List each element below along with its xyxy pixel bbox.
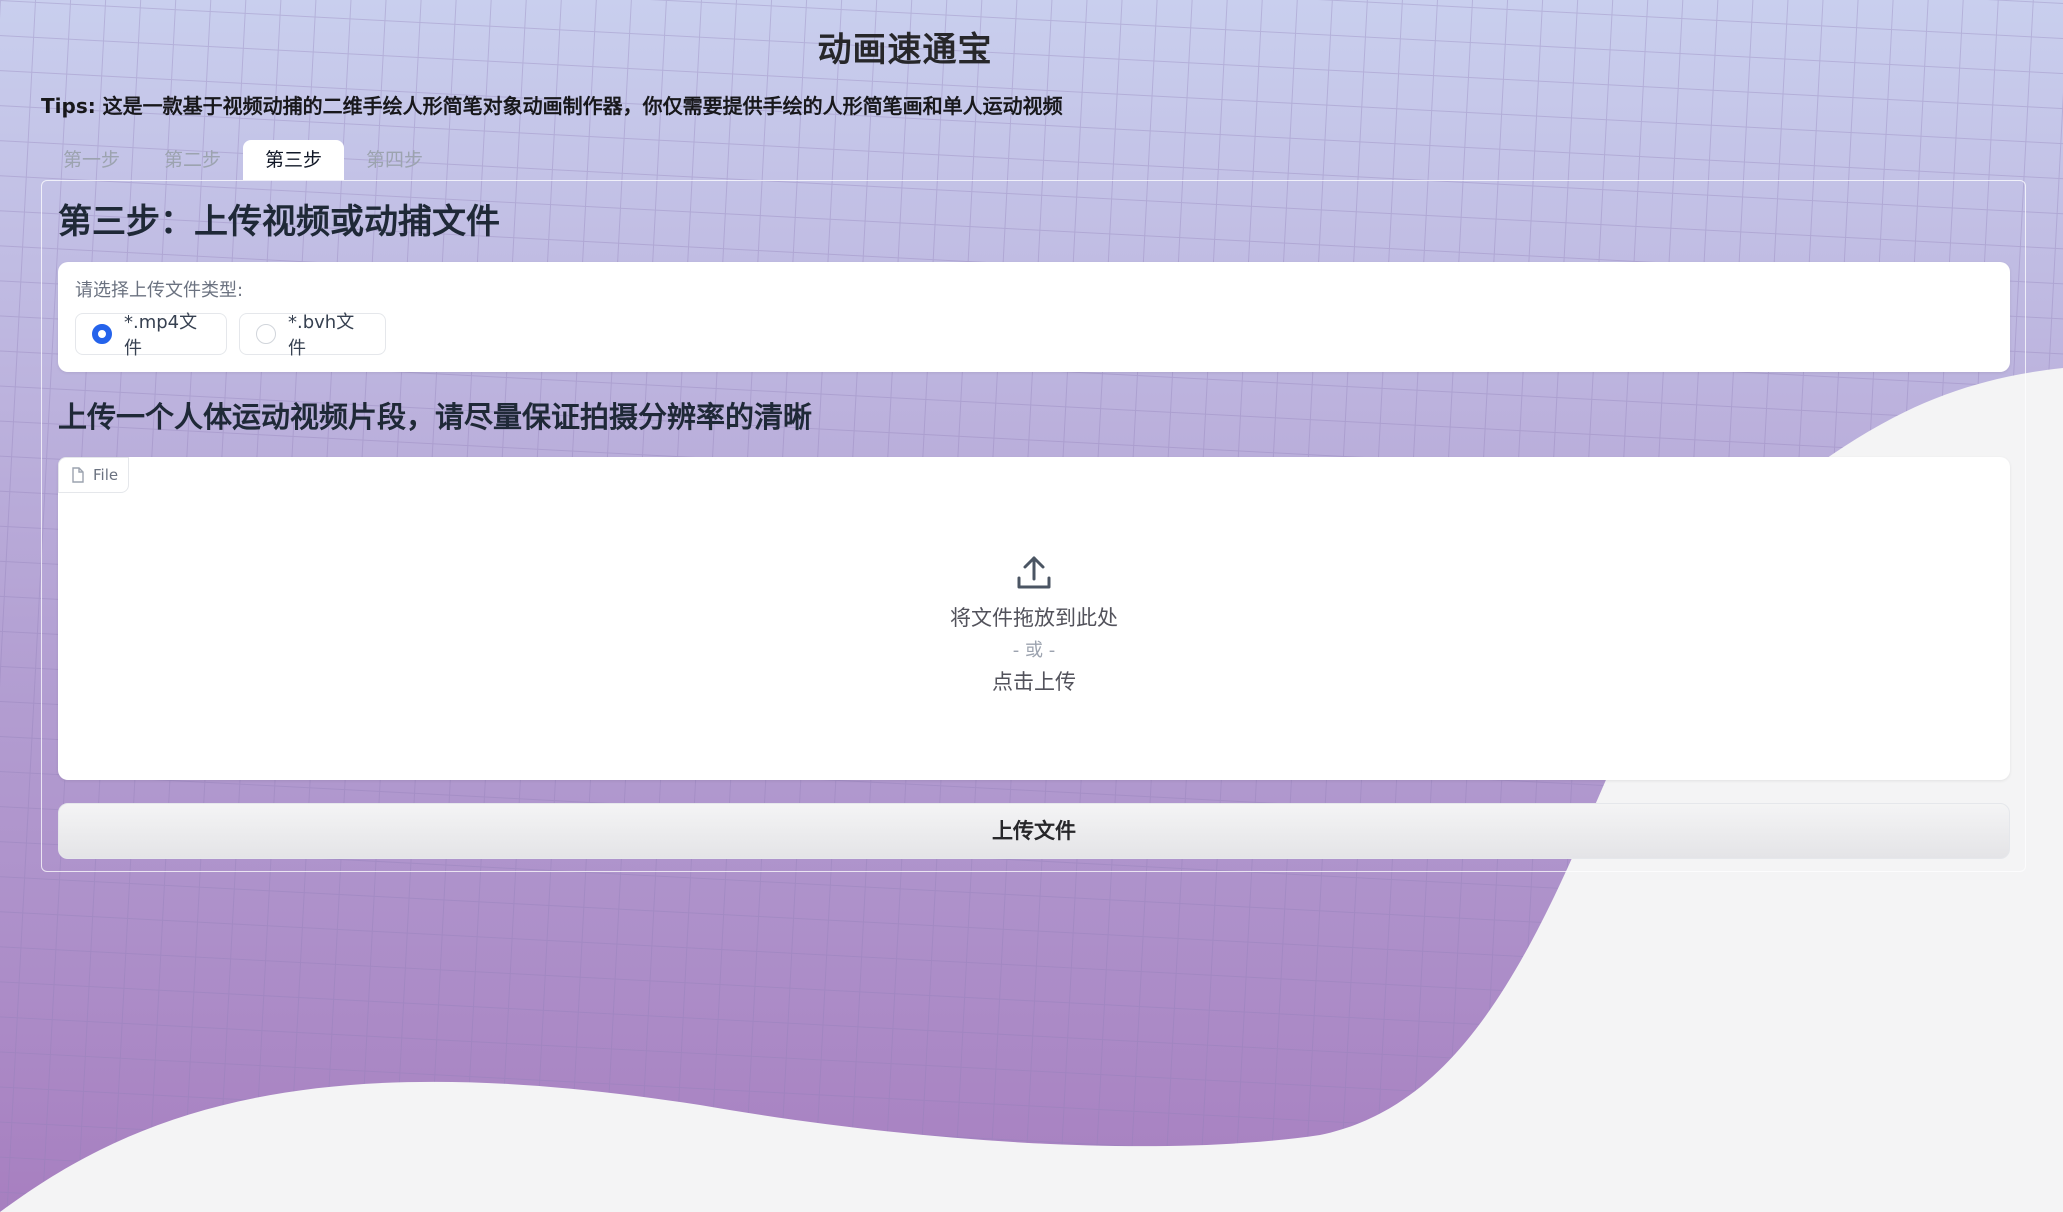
radio-option-bvh[interactable]: *.bvh文件 xyxy=(239,312,386,359)
file-icon xyxy=(71,467,85,483)
upload-icon xyxy=(1015,554,1053,596)
file-chip-label: File xyxy=(93,466,119,484)
tips-text: Tips: 这是一款基于视频动捕的二维手绘人形简笔对象动画制作器，你仅需要提供手… xyxy=(41,94,1063,118)
drop-or-text: - 或 - xyxy=(1012,640,1056,661)
radio-unchecked-icon[interactable] xyxy=(256,324,276,344)
file-type-card: 请选择上传文件类型: *.mp4文件 *.bvh文件 xyxy=(58,262,2010,372)
step-heading: 第三步：上传视频或动捕文件 xyxy=(58,202,500,242)
tab-step-4[interactable]: 第四步 xyxy=(344,140,445,180)
file-upload-box: File 将文件拖放到此处 - 或 - 点击上传 xyxy=(58,457,2010,780)
drop-text: 将文件拖放到此处 xyxy=(950,606,1118,630)
step-tabs: 第一步 第二步 第三步 第四步 xyxy=(41,140,445,180)
tab-step-2[interactable]: 第二步 xyxy=(142,140,243,180)
radio-option-mp4-label: *.mp4文件 xyxy=(124,312,198,359)
tab-step-1[interactable]: 第一步 xyxy=(41,140,142,180)
radio-option-bvh-label: *.bvh文件 xyxy=(288,312,355,359)
file-type-label: 请选择上传文件类型: xyxy=(75,280,244,301)
app-title: 动画速通宝 xyxy=(817,30,993,70)
radio-option-mp4[interactable]: *.mp4文件 xyxy=(75,312,227,359)
radio-checked-icon[interactable] xyxy=(92,324,112,344)
click-upload-text[interactable]: 点击上传 xyxy=(58,666,2010,696)
upload-heading: 上传一个人体运动视频片段，请尽量保证拍摄分辨率的清晰 xyxy=(58,400,813,434)
app-root: 动画速通宝 Tips: 这是一款基于视频动捕的二维手绘人形简笔对象动画制作器，你… xyxy=(0,0,2063,1212)
tab-step-3[interactable]: 第三步 xyxy=(243,140,345,180)
upload-file-button[interactable]: 上传文件 xyxy=(58,803,2010,859)
file-chip: File xyxy=(58,457,130,493)
